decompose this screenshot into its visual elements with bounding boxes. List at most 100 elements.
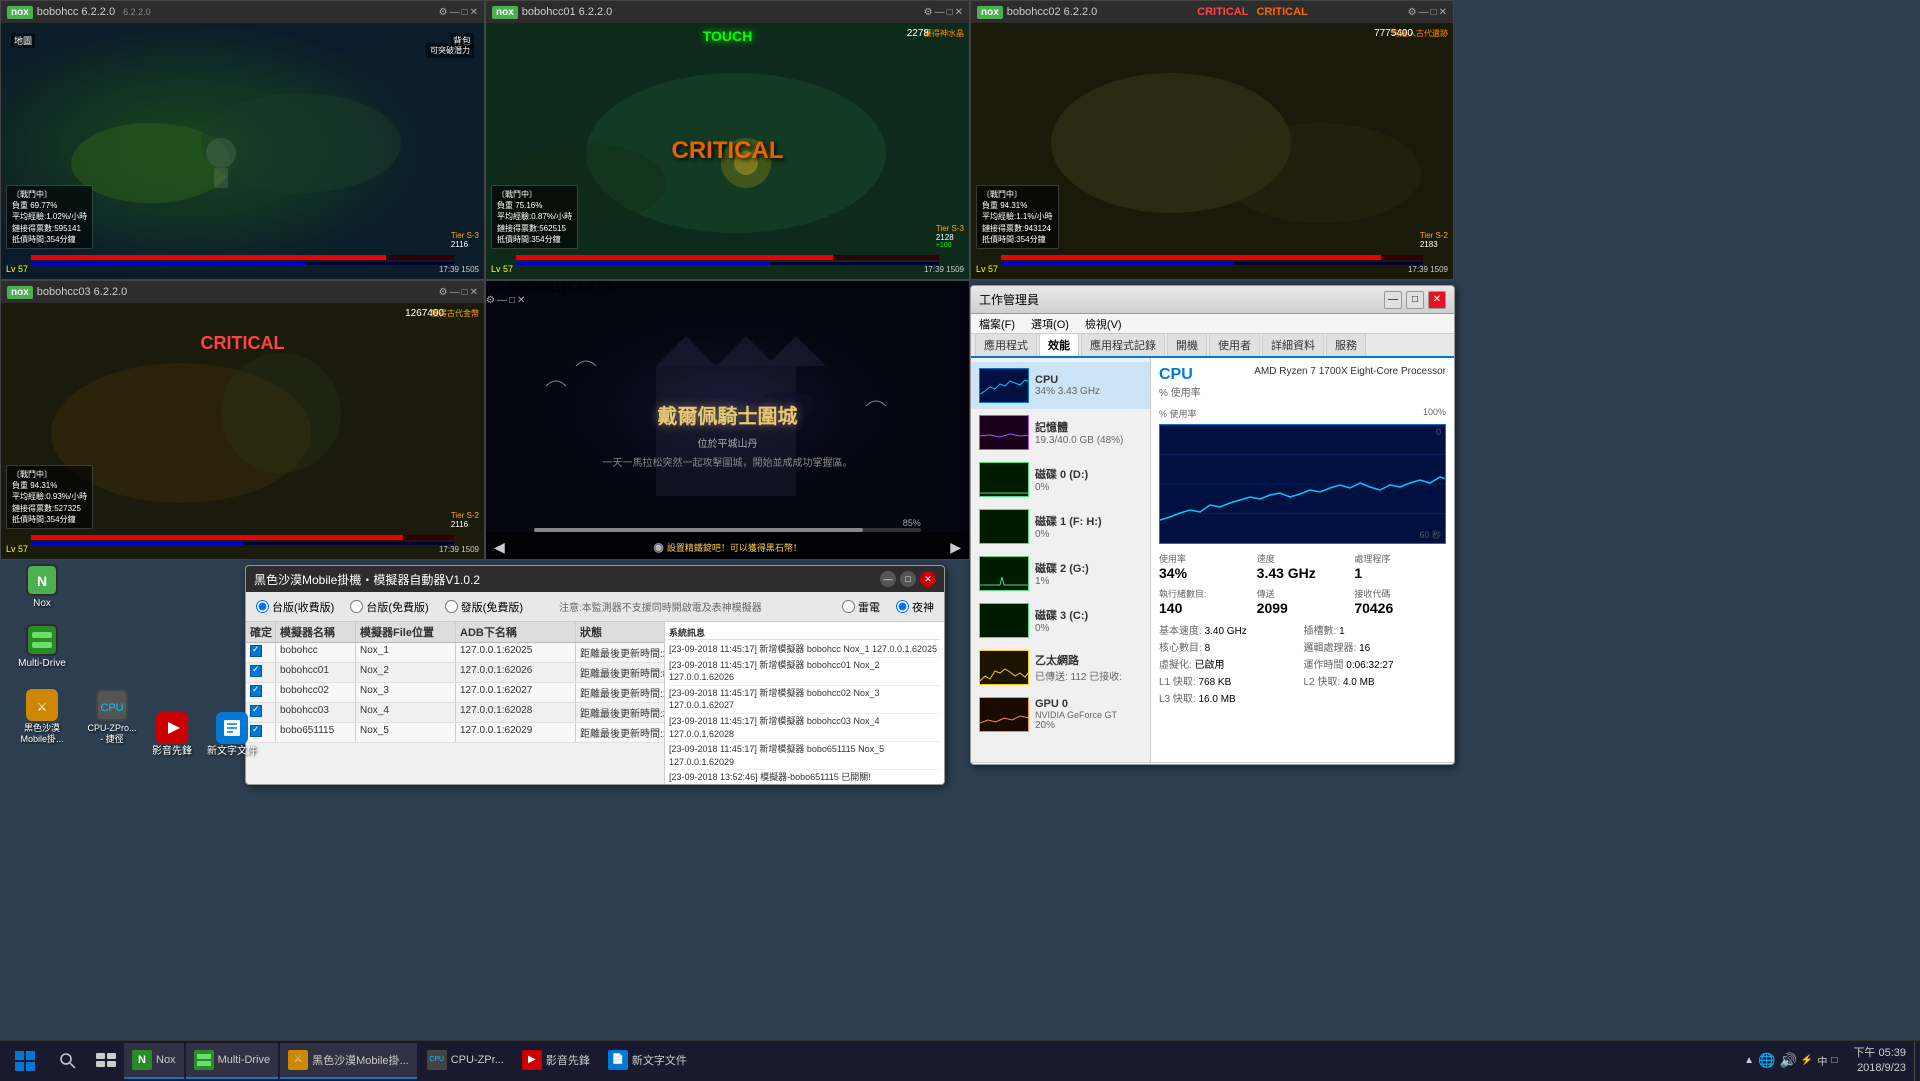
tab-users[interactable]: 使用者	[1209, 333, 1260, 356]
checkbox-r2[interactable]	[250, 685, 262, 697]
taskbar-network-icon[interactable]: 🌐	[1758, 1052, 1775, 1069]
taskbar-tray-up-icon[interactable]: ▲	[1744, 1055, 1754, 1066]
task-manager-title-text: 工作管理員	[979, 291, 1039, 308]
close-btn-story[interactable]: ✕	[517, 295, 525, 306]
nav-right-btn[interactable]: ▶	[950, 539, 961, 556]
desktop-icon-multidrive[interactable]: Multi-Drive	[10, 620, 74, 674]
tm-main-header: CPU % 使用率 AMD Ryzen 7 1700X Eight-Core P…	[1159, 366, 1446, 399]
taskbar-app-cpuz[interactable]: CPU CPU-ZPr...	[419, 1043, 512, 1079]
nox-logo-m: nox	[492, 6, 518, 19]
sidebar-item-disk2[interactable]: 磁碟 2 (G:) 1%	[971, 550, 1150, 597]
bot-radio-thunder[interactable]: 雷電	[842, 599, 880, 615]
tm-cpu-graph-svg	[1160, 425, 1445, 543]
bot-radio-night-input[interactable]	[896, 600, 909, 613]
minimize-btn-tr[interactable]: —	[1419, 7, 1429, 18]
tab-details[interactable]: 詳細資料	[1262, 333, 1324, 356]
game-stats-tm: 〔戰鬥中〕 負重 75.16% 平均經驗:0.87%/小時 鏈接得票數:5625…	[491, 185, 578, 249]
win-icons-bl: ⚙ — □ ✕	[439, 287, 478, 298]
taskbar-app-player[interactable]: ▶ 影音先鋒	[514, 1043, 598, 1079]
show-desktop-btn[interactable]	[1914, 1041, 1920, 1081]
bot-minimize-btn[interactable]: —	[880, 571, 896, 587]
hp-mp-bars-bl	[31, 535, 454, 545]
taskbar-app-multidrive[interactable]: Multi-Drive	[186, 1043, 279, 1079]
title-bar-bobohcc02: nox bobohcc02 6.2.2.0 CRITICAL CRITICAL …	[971, 1, 1453, 23]
sidebar-item-memory[interactable]: 記憶體 19.3/40.0 GB (48%)	[971, 409, 1150, 456]
story-content: 戴爾佩騎士圍城 位於平城山丹 一天一馬拉松突然一起攻擊圍城，開始並成成功掌握區。…	[486, 306, 969, 560]
tm-menu-file[interactable]: 檔案(F)	[975, 314, 1019, 334]
title-bar-bobohcc01: nox bobohcc01 6.2.2.0 ⚙ — □ ✕	[486, 1, 969, 23]
checkbox-r1[interactable]	[250, 665, 262, 677]
sidebar-eth-info: 乙太網路 已傳送: 112 已接收:	[1035, 652, 1142, 683]
bot-radio-free-tw[interactable]: 台版(免費版)	[350, 599, 428, 615]
bot-radio-free-tw-input[interactable]	[350, 600, 363, 613]
taskbar-task-view[interactable]	[90, 1043, 122, 1079]
tm-close-btn[interactable]: ✕	[1428, 291, 1446, 309]
svg-text:N: N	[37, 573, 47, 589]
settings-icon-tr[interactable]: ⚙	[1408, 7, 1417, 18]
sidebar-item-cpu[interactable]: CPU 34% 3.43 GHz	[971, 362, 1150, 409]
table-row: bobohcc Nox_1 127.0.0.1:62025 距離最後更新時間:2…	[246, 643, 664, 663]
tab-processes[interactable]: 應用程式	[975, 333, 1037, 356]
minimize-btn-tm[interactable]: —	[935, 7, 945, 18]
close-btn-tl[interactable]: ✕	[470, 7, 478, 18]
desktop-icon-blackdesert[interactable]: ⚔ 黒色沙漠Mobile掛...	[10, 685, 74, 749]
bot-radio-paid[interactable]: 台版(收費版)	[256, 599, 334, 615]
desktop-icon-cpuz[interactable]: CPU CPU-ZPro...- 捷徑	[80, 685, 144, 749]
taskbar-app-blackdesert[interactable]: ⚔ 黑色沙漠Mobile掛...	[280, 1043, 417, 1079]
close-btn-tm[interactable]: ✕	[955, 7, 963, 18]
maximize-btn-story[interactable]: □	[509, 295, 515, 306]
tm-maximize-btn[interactable]: □	[1406, 291, 1424, 309]
maximize-btn-bl[interactable]: □	[462, 287, 468, 298]
settings-icon-tm[interactable]: ⚙	[924, 7, 933, 18]
start-button[interactable]	[0, 1041, 50, 1081]
maximize-btn-tm[interactable]: □	[947, 7, 953, 18]
tab-services[interactable]: 服務	[1326, 333, 1366, 356]
taskbar-cpuz-label: CPU-ZPr...	[451, 1054, 504, 1066]
sidebar-item-gpu[interactable]: GPU 0 NVIDIA GeForce GT 20%	[971, 691, 1150, 738]
tm-minimize-btn[interactable]: —	[1384, 291, 1402, 309]
minimize-btn-tl[interactable]: —	[450, 7, 460, 18]
sidebar-disk0-name: 磁碟 0 (D:)	[1035, 466, 1142, 482]
desktop-icon-player[interactable]: 影音先鋒	[140, 708, 204, 762]
tm-menu-option[interactable]: 選項(O)	[1027, 314, 1073, 334]
nav-left-btn[interactable]: ◀	[494, 539, 505, 556]
bot-radio-paid-input[interactable]	[256, 600, 269, 613]
settings-icon-tl[interactable]: ⚙	[439, 7, 448, 18]
settings-icon-bl[interactable]: ⚙	[439, 287, 448, 298]
tab-app-history[interactable]: 應用程式記錄	[1081, 333, 1165, 356]
minimize-btn-story[interactable]: —	[497, 295, 507, 306]
tm-menu-view[interactable]: 檢視(V)	[1081, 314, 1126, 334]
mini-graph-disk3	[979, 603, 1029, 638]
tab-performance[interactable]: 效能	[1039, 333, 1079, 356]
tab-startup[interactable]: 開機	[1167, 333, 1207, 356]
desktop-icon-nox[interactable]: N Nox	[10, 560, 74, 614]
bot-maximize-btn[interactable]: □	[900, 571, 916, 587]
maximize-btn-tr[interactable]: □	[1431, 7, 1437, 18]
sidebar-item-disk3[interactable]: 磁碟 3 (C:) 0%	[971, 597, 1150, 644]
stat-thread-label: 執行緒數目:	[1159, 587, 1251, 600]
taskbar-app-nox[interactable]: N Nox	[124, 1043, 184, 1079]
stat-l1-label: L1 快取:	[1159, 677, 1196, 688]
maximize-btn-tl[interactable]: □	[462, 7, 468, 18]
bot-close-btn[interactable]: ✕	[920, 571, 936, 587]
bot-radio-free-global[interactable]: 發版(免費版)	[445, 599, 523, 615]
bot-radio-thunder-input[interactable]	[842, 600, 855, 613]
sidebar-item-disk1[interactable]: 磁碟 1 (F: H:) 0%	[971, 503, 1150, 550]
taskbar-volume-icon[interactable]: 🔊	[1779, 1052, 1796, 1069]
checkbox-r0[interactable]	[250, 645, 262, 657]
close-btn-bl[interactable]: ✕	[470, 287, 478, 298]
close-btn-tr[interactable]: ✕	[1439, 7, 1447, 18]
taskbar-app-textfile[interactable]: 📄 新文字文件	[600, 1043, 695, 1079]
map-btn-tl[interactable]: 地圖	[11, 33, 35, 48]
taskbar-search-btn[interactable]	[50, 1043, 86, 1079]
row1-check	[246, 663, 276, 682]
sidebar-item-ethernet[interactable]: 乙太網路 已傳送: 112 已接收:	[971, 644, 1150, 691]
bot-radio-free-global-input[interactable]	[445, 600, 458, 613]
bot-radio-night[interactable]: 夜神	[896, 599, 934, 615]
desktop-icon-textfile[interactable]: 新文字文件	[200, 708, 264, 762]
sidebar-item-disk0[interactable]: 磁碟 0 (D:) 0%	[971, 456, 1150, 503]
minimize-btn-bl[interactable]: —	[450, 287, 460, 298]
taskbar-clock[interactable]: 下午 05:39 2018/9/23	[1845, 1046, 1914, 1075]
settings-icon-story[interactable]: ⚙	[486, 295, 495, 306]
tm-main-right: AMD Ryzen 7 1700X Eight-Core Processor	[1254, 366, 1446, 377]
